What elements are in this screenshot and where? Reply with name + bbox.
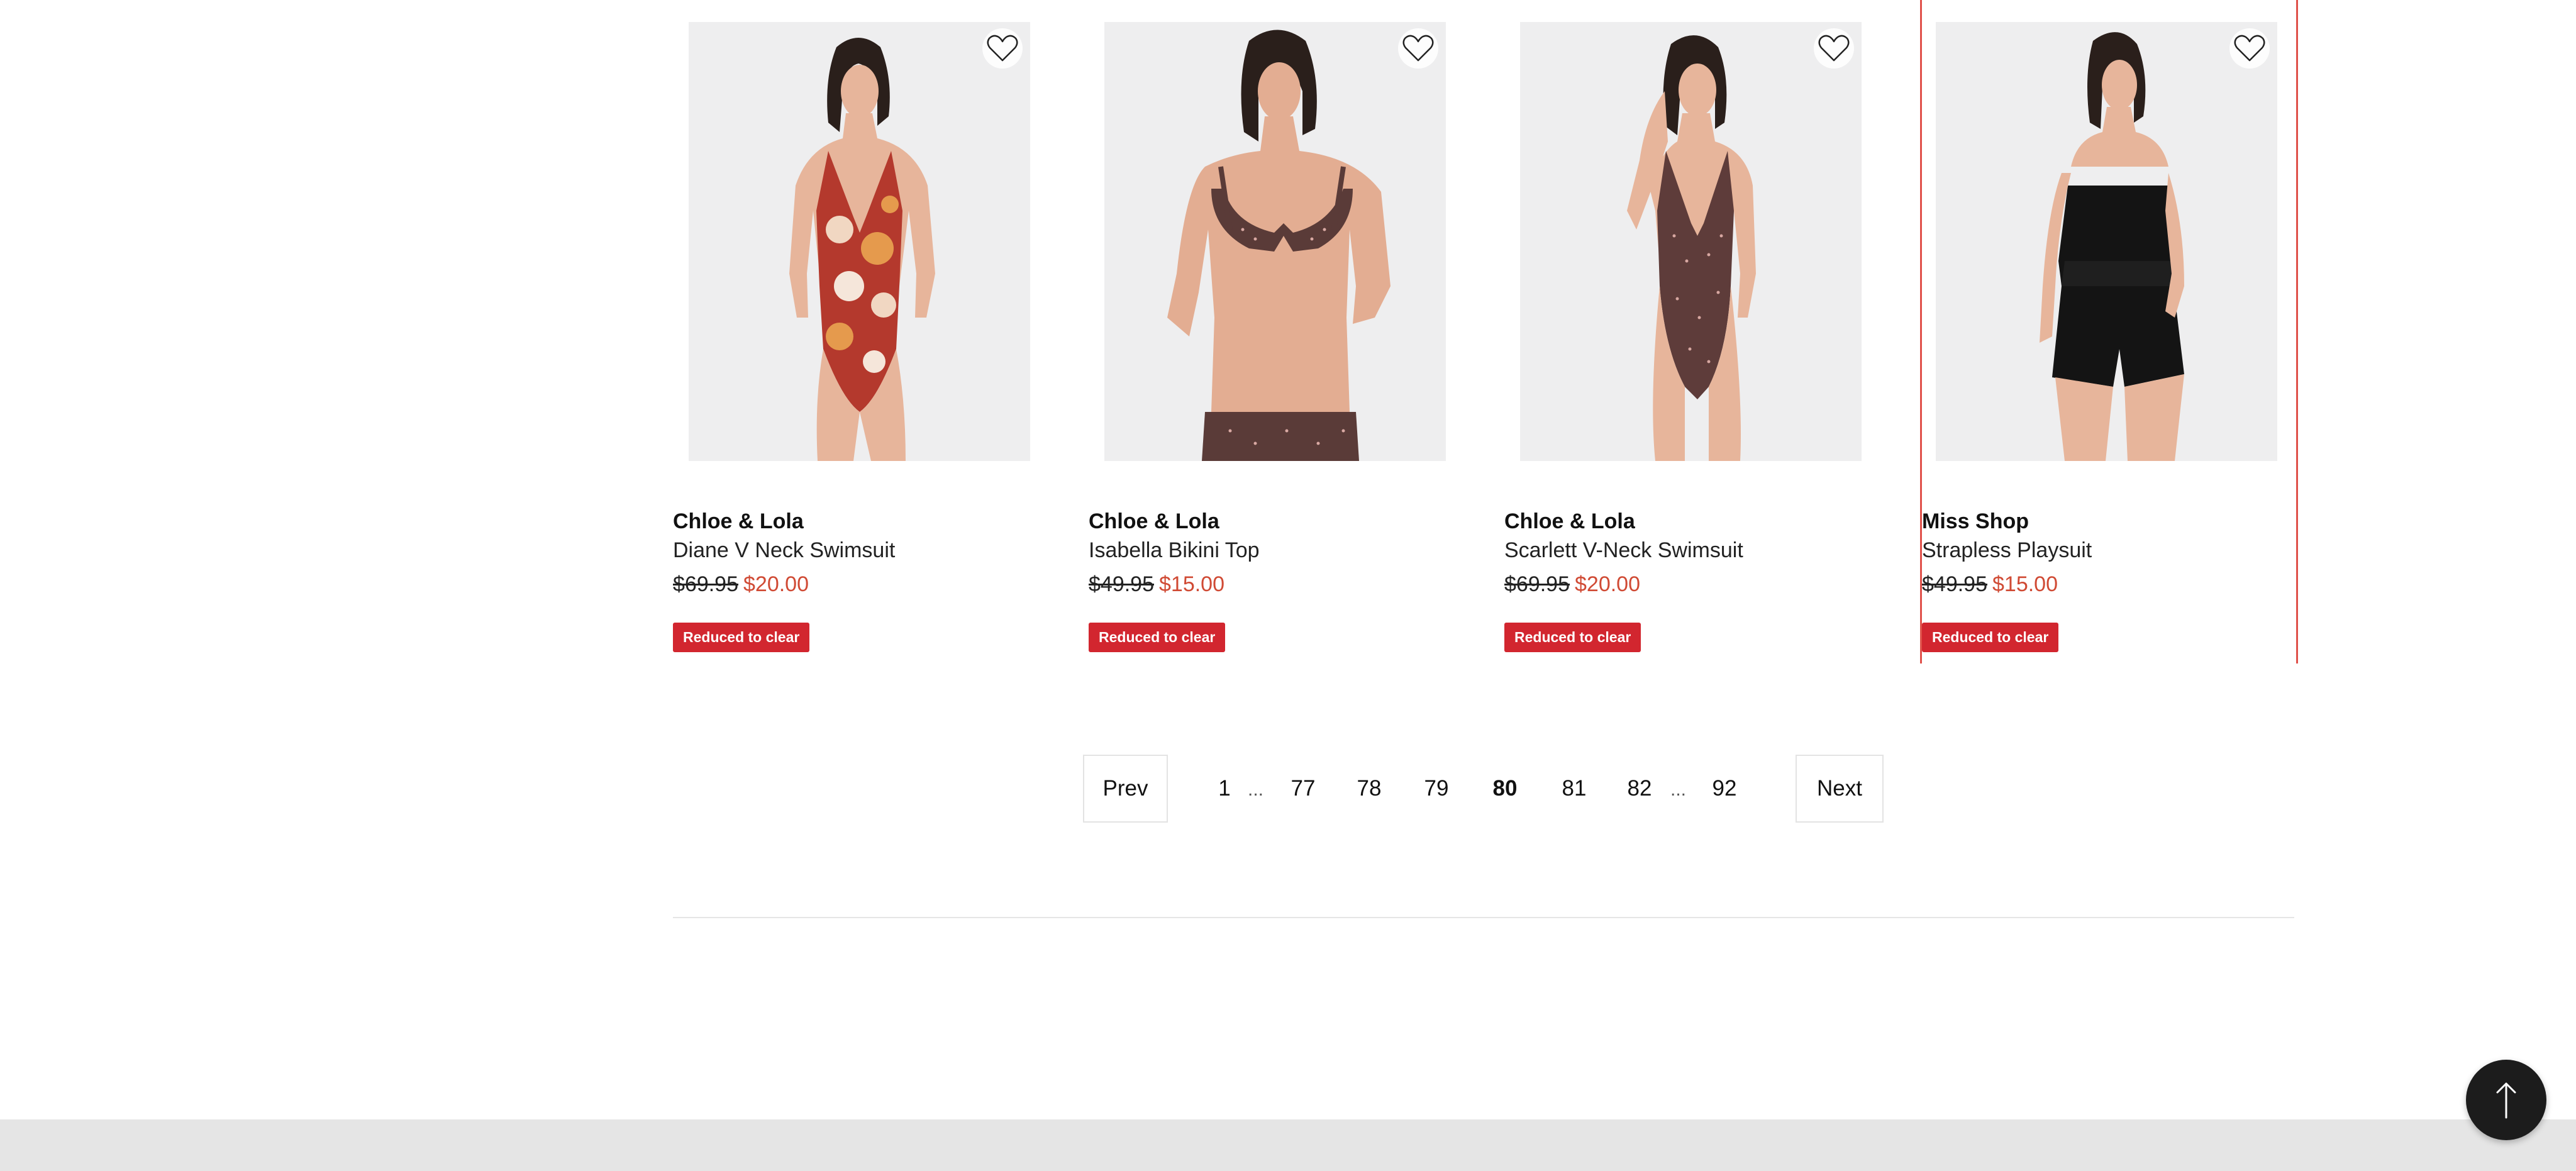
product-prices: $49.95 $15.00	[1089, 572, 1224, 597]
product-brand[interactable]: Chloe & Lola	[1089, 509, 1219, 534]
page-link[interactable]: 81	[1555, 755, 1593, 823]
sale-badge: Reduced to clear	[673, 623, 810, 652]
next-page-button[interactable]: Next	[1796, 755, 1884, 823]
product-name[interactable]: Strapless Playsuit	[1922, 538, 2092, 563]
product-listing-page: Chloe & Lola Diane V Neck Swimsuit $69.9…	[0, 0, 2576, 1171]
original-price: $49.95	[1089, 572, 1154, 596]
product-image[interactable]	[689, 22, 1030, 461]
pagination: Prev 1 ... 77 78 79 80 81 82 ... 92 Next	[1083, 755, 1884, 823]
page-link-first[interactable]: 1	[1215, 755, 1234, 823]
heart-outline-icon	[1402, 35, 1434, 62]
product-brand[interactable]: Chloe & Lola	[673, 509, 804, 534]
product-prices: $69.95 $20.00	[1504, 572, 1640, 597]
product-prices: $69.95 $20.00	[673, 572, 809, 597]
wishlist-button[interactable]	[2229, 28, 2270, 69]
sale-badge: Reduced to clear	[1089, 623, 1226, 652]
product-name[interactable]: Diane V Neck Swimsuit	[673, 538, 895, 563]
product-name[interactable]: Isabella Bikini Top	[1089, 538, 1260, 563]
heart-outline-icon	[987, 35, 1018, 62]
footer-band	[0, 1119, 2576, 1171]
sale-badge: Reduced to clear	[1922, 623, 2059, 652]
pagination-ellipsis: ...	[1670, 779, 1687, 800]
product-grid: Chloe & Lola Diane V Neck Swimsuit $69.9…	[673, 0, 2298, 663]
sale-price: $15.00	[1992, 572, 2058, 596]
page-link[interactable]: 79	[1418, 755, 1455, 823]
product-card[interactable]: Chloe & Lola Scarlett V-Neck Swimsuit $6…	[1504, 0, 1879, 663]
wishlist-button[interactable]	[1398, 28, 1438, 69]
original-price: $69.95	[673, 572, 738, 596]
wishlist-button[interactable]	[982, 28, 1023, 69]
product-image[interactable]	[1104, 22, 1446, 461]
heart-outline-icon	[1818, 35, 1850, 62]
sale-price: $20.00	[743, 572, 809, 596]
product-brand[interactable]: Chloe & Lola	[1504, 509, 1635, 534]
page-link-last[interactable]: 92	[1706, 755, 1743, 823]
product-image[interactable]	[1936, 22, 2277, 461]
page-link[interactable]: 78	[1350, 755, 1388, 823]
product-image[interactable]	[1520, 22, 1862, 461]
page-link[interactable]: 77	[1284, 755, 1322, 823]
arrow-up-icon	[2496, 1082, 2516, 1119]
product-card[interactable]: Chloe & Lola Isabella Bikini Top $49.95 $…	[1089, 0, 1463, 663]
page-link[interactable]: 82	[1621, 755, 1658, 823]
wishlist-button[interactable]	[1814, 28, 1854, 69]
original-price: $49.95	[1922, 572, 1987, 596]
page-link-current[interactable]: 80	[1486, 755, 1524, 823]
product-prices: $49.95 $15.00	[1922, 572, 2058, 597]
sale-price: $15.00	[1159, 572, 1224, 596]
product-card[interactable]: Chloe & Lola Diane V Neck Swimsuit $69.9…	[673, 0, 1047, 663]
sale-badge: Reduced to clear	[1504, 623, 1641, 652]
product-card-focused[interactable]: Miss Shop Strapless Playsuit $49.95 $15.0…	[1920, 0, 2298, 663]
back-to-top-button[interactable]	[2466, 1060, 2546, 1140]
original-price: $69.95	[1504, 572, 1570, 596]
sale-price: $20.00	[1575, 572, 1640, 596]
pagination-ellipsis: ...	[1248, 779, 1264, 800]
prev-page-button[interactable]: Prev	[1083, 755, 1168, 823]
heart-outline-icon	[2234, 35, 2265, 62]
section-divider	[673, 917, 2294, 918]
product-name[interactable]: Scarlett V-Neck Swimsuit	[1504, 538, 1743, 563]
product-brand[interactable]: Miss Shop	[1922, 509, 2029, 534]
